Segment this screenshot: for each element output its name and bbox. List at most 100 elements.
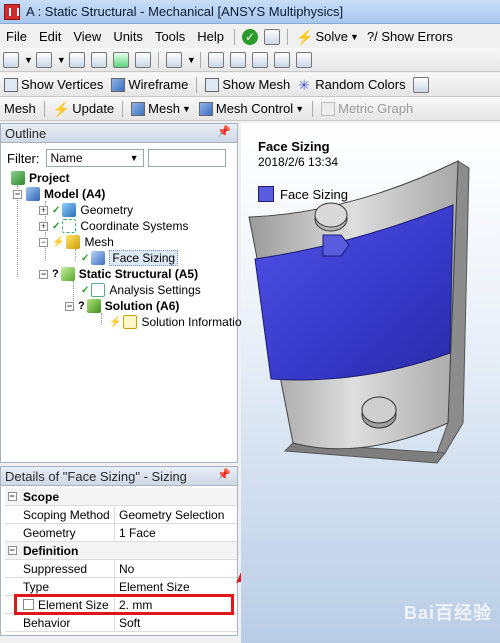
tree-item-mesh[interactable]: − ⚡ Mesh	[39, 234, 114, 250]
metric-graph-button[interactable]: Metric Graph	[317, 98, 417, 120]
show-vertices-button[interactable]: Show Vertices	[0, 74, 107, 96]
solve-label: Solve	[315, 29, 349, 44]
outline-tree-panel: Filter: Name ▼ Project − Model (A4) + ✓ G…	[0, 143, 248, 463]
details-row-suppressed[interactable]: Suppressed No	[5, 560, 237, 578]
select-face-icon[interactable]	[112, 51, 129, 68]
row-gutter	[5, 614, 19, 631]
tree-item-model[interactable]: − Model (A4)	[13, 186, 105, 202]
mesh-context-toolbar: Mesh ⚡ Update Mesh ▼ Mesh Control ▼ Metric …	[0, 97, 500, 121]
select-edge-icon[interactable]	[90, 51, 107, 68]
tree-label-geometry: Geometry	[80, 203, 134, 217]
check-icon[interactable]: ✓	[242, 29, 259, 45]
select-vertex-icon[interactable]	[68, 51, 85, 68]
mesh-dropdown-button[interactable]: Mesh ▼	[127, 98, 195, 120]
view-toolbar: Show Vertices Wireframe Show Mesh ✳ Rando…	[0, 73, 500, 97]
checkmark-icon: ✓	[52, 220, 61, 232]
section-gutter: −	[5, 542, 19, 559]
box-zoom-icon[interactable]	[273, 51, 290, 68]
menu-units[interactable]: Units	[107, 26, 149, 48]
toolbar-separator	[157, 51, 159, 68]
graphics-viewport[interactable]: Face Sizing 2018/2/6 13:34 Face Sizing B…	[241, 123, 500, 643]
static-structural-icon	[60, 267, 75, 281]
chevron-down-icon[interactable]: ▼	[24, 55, 33, 65]
type-value[interactable]: Element Size	[115, 578, 237, 595]
selection-toolbar: ▼ ▼ ▼	[0, 48, 500, 72]
wireframe-label: Wireframe	[128, 76, 189, 92]
model-icon	[26, 187, 40, 201]
menu-file[interactable]: File	[0, 26, 33, 48]
solution-tree-icon[interactable]	[264, 29, 281, 45]
suppressed-key: Suppressed	[19, 560, 115, 577]
new-section-plane-icon[interactable]	[3, 51, 19, 68]
chevron-down-icon: ▼	[295, 103, 305, 114]
select-body-icon[interactable]	[134, 51, 151, 68]
lightning-status-icon: ⚡	[109, 316, 122, 328]
show-mesh-button[interactable]: Show Mesh	[201, 74, 294, 96]
collapse-icon[interactable]: −	[13, 189, 22, 199]
filter-search-input[interactable]	[147, 149, 226, 167]
details-row-geometry[interactable]: Geometry 1 Face	[5, 524, 237, 542]
pin-icon[interactable]: 📌	[217, 125, 231, 138]
details-row-scoping-method[interactable]: Scoping Method Geometry Selection	[5, 506, 237, 524]
mesh-control-dropdown-button[interactable]: Mesh Control ▼	[195, 98, 308, 120]
chevron-down-icon[interactable]: ▼	[187, 55, 196, 65]
random-colors-button[interactable]: ✳ Random Colors	[294, 74, 409, 96]
pan-icon[interactable]	[229, 51, 246, 68]
tree-label-mesh: Mesh	[84, 235, 114, 249]
analysis-settings-icon	[91, 283, 106, 297]
tree-item-face-sizing[interactable]: ✓ Face Sizing	[81, 250, 179, 266]
tree-item-solution-information[interactable]: ⚡ Solution Information	[109, 314, 248, 330]
details-section-definition[interactable]: − Definition	[5, 542, 237, 560]
menu-tools[interactable]: Tools	[149, 26, 191, 48]
tree-label-solution: Solution (A6)	[104, 299, 180, 313]
scoping-method-value[interactable]: Geometry Selection	[115, 506, 237, 523]
tree-item-analysis-settings[interactable]: ✓ Analysis Settings	[81, 282, 201, 298]
tree-item-geometry[interactable]: + ✓ Geometry	[39, 202, 133, 218]
show-errors-button[interactable]: ?/ Show Errors	[363, 26, 457, 48]
details-row-behavior[interactable]: Behavior Soft	[5, 614, 237, 632]
chevron-down-icon[interactable]: ▼	[350, 26, 359, 48]
show-vertices-label: Show Vertices	[21, 76, 104, 92]
solution-information-icon	[123, 315, 138, 329]
collapse-icon[interactable]: −	[39, 237, 48, 247]
bolt-icon: ⚡	[52, 100, 71, 117]
expand-icon[interactable]: +	[39, 221, 48, 231]
menu-help[interactable]: Help	[191, 26, 230, 48]
tree-item-coordinate-systems[interactable]: + ✓ Coordinate Systems	[39, 218, 188, 234]
zoom-to-fit-icon[interactable]	[295, 51, 312, 68]
suppressed-value[interactable]: No	[115, 560, 237, 577]
geometry-value[interactable]: 1 Face	[115, 524, 237, 541]
tree-label-face-sizing: Face Sizing	[109, 250, 179, 266]
menu-edit[interactable]: Edit	[33, 26, 67, 48]
details-section-scope[interactable]: − Scope	[5, 488, 237, 506]
update-button[interactable]: ⚡ Update	[49, 98, 118, 120]
expand-icon[interactable]: +	[39, 205, 48, 215]
tree-item-solution[interactable]: − ? Solution (A6)	[65, 298, 179, 314]
wireframe-button[interactable]: Wireframe	[107, 74, 192, 96]
filter-type-select[interactable]: Name ▼	[45, 149, 144, 167]
pin-icon[interactable]: 📌	[217, 468, 231, 481]
solve-button[interactable]: ⚡ Solve ▼	[292, 26, 363, 48]
tree-item-static-structural[interactable]: − ? Static Structural (A5)	[39, 266, 198, 282]
show-mesh-label: Show Mesh	[222, 76, 291, 92]
zoom-icon[interactable]	[251, 51, 268, 68]
select-mode-icon[interactable]	[35, 51, 52, 68]
collapse-icon[interactable]: −	[7, 492, 17, 501]
tree-label-project: Project	[29, 171, 70, 185]
chevron-down-icon[interactable]: ▼	[57, 55, 66, 65]
collapse-icon[interactable]: −	[39, 269, 48, 279]
annotation-icon[interactable]	[412, 76, 429, 93]
toolbar-separator	[43, 100, 45, 117]
behavior-value[interactable]: Soft	[115, 614, 237, 631]
menu-view[interactable]: View	[67, 26, 107, 48]
collapse-icon[interactable]: −	[7, 546, 17, 555]
filter-type-value: Name	[50, 151, 83, 165]
row-gutter	[5, 506, 19, 523]
extend-selection-icon[interactable]	[165, 51, 182, 68]
model-geometry[interactable]	[241, 123, 500, 643]
tree-item-project[interactable]: Project	[11, 170, 70, 186]
collapse-icon[interactable]: −	[65, 301, 74, 311]
behavior-key: Behavior	[19, 614, 115, 631]
geometry-key: Geometry	[19, 524, 115, 541]
rotate-icon[interactable]	[207, 51, 224, 68]
